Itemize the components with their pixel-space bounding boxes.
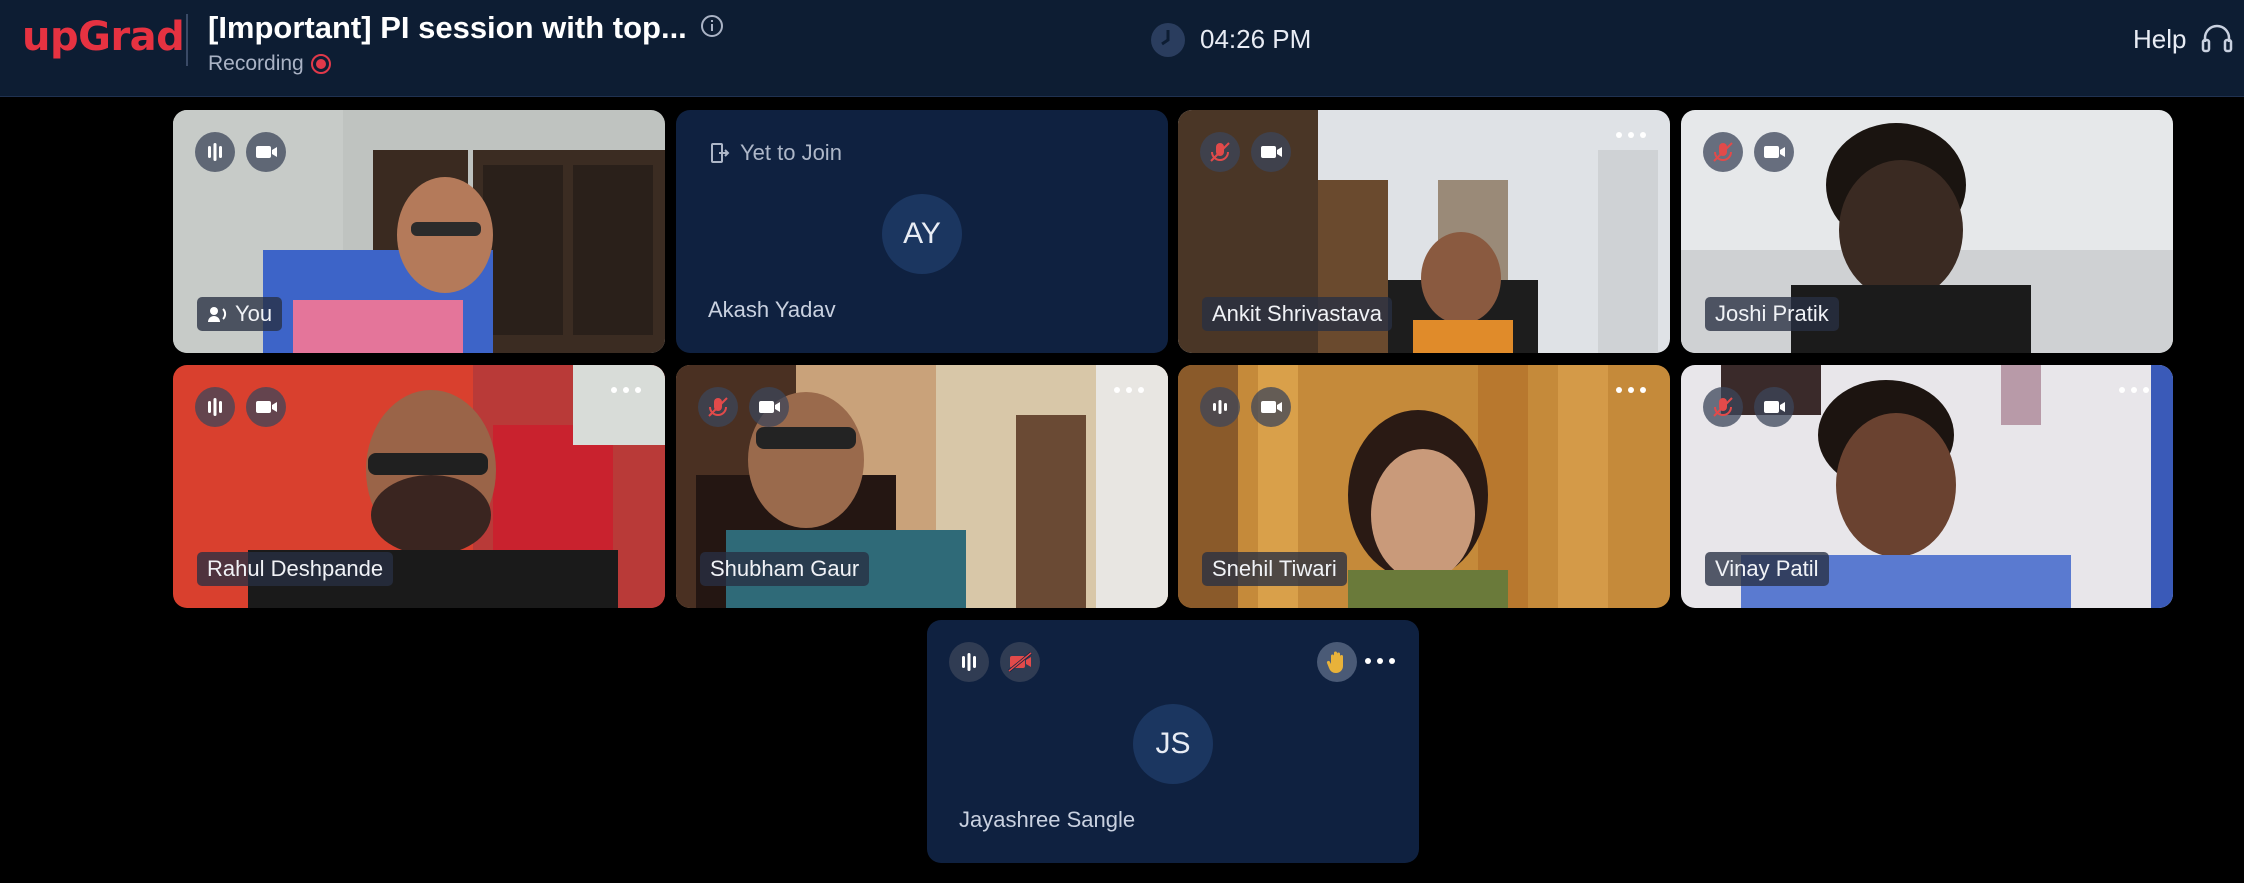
mic-toggle[interactable] — [195, 132, 235, 172]
video-camera-icon — [256, 401, 277, 413]
participant-tile-joshi-pratik[interactable]: Joshi Pratik — [1681, 110, 2173, 353]
participant-tile-rahul-deshpande[interactable]: Rahul Deshpande — [173, 365, 665, 608]
participant-name-label: Vinay Patil — [1705, 552, 1829, 586]
raised-hand-indicator — [1317, 642, 1357, 682]
camera-toggle[interactable] — [246, 387, 286, 427]
raised-hand-icon — [1326, 651, 1343, 674]
more-options-icon[interactable] — [1112, 385, 1146, 395]
audio-level-icon — [1213, 400, 1227, 414]
speaking-icon — [208, 307, 227, 322]
mic-muted-icon — [1713, 397, 1733, 417]
participant-name-label: Akash Yadav — [708, 297, 836, 322]
audio-level-icon — [208, 398, 222, 416]
avatar: JS — [1133, 704, 1213, 784]
camera-toggle[interactable] — [1251, 387, 1291, 427]
participant-tile-ankit-shrivastava[interactable]: Ankit Shrivastava — [1178, 110, 1670, 353]
camera-toggle[interactable] — [749, 387, 789, 427]
yet-to-join-status: Yet to Join — [740, 140, 842, 165]
video-camera-off-icon — [1008, 651, 1032, 673]
mic-toggle[interactable] — [949, 642, 989, 682]
audio-level-icon — [962, 653, 976, 671]
more-options-icon[interactable] — [609, 385, 643, 395]
mic-toggle[interactable] — [1703, 387, 1743, 427]
more-options-icon[interactable] — [1363, 656, 1397, 666]
recording-indicator-icon — [311, 54, 331, 74]
participant-tile-akash-yadav[interactable]: Yet to Join AY Akash Yadav — [676, 110, 1168, 353]
more-options-icon[interactable] — [2117, 385, 2151, 395]
headset-icon[interactable] — [2200, 22, 2234, 56]
mic-toggle[interactable] — [1703, 132, 1743, 172]
video-camera-icon — [1764, 146, 1785, 158]
more-options-icon[interactable] — [1614, 130, 1648, 140]
video-camera-icon — [1261, 146, 1282, 158]
clock-icon — [1151, 23, 1185, 57]
mic-muted-icon — [1713, 142, 1733, 162]
participant-name-label: You — [197, 297, 283, 331]
avatar: AY — [882, 194, 962, 274]
help-button[interactable]: Help — [2133, 24, 2186, 55]
mic-toggle[interactable] — [698, 387, 738, 427]
session-title: [Important] PI session with top... — [208, 10, 687, 45]
participant-name-label: Rahul Deshpande — [197, 552, 394, 586]
participant-name-label: Joshi Pratik — [1705, 297, 1839, 331]
participant-name-label: Ankit Shrivastava — [1202, 297, 1392, 331]
participant-tile-vinay-patil[interactable]: Vinay Patil — [1681, 365, 2173, 608]
video-camera-icon — [759, 401, 780, 413]
video-camera-icon — [1261, 401, 1282, 413]
camera-toggle[interactable] — [1251, 132, 1291, 172]
camera-toggle[interactable] — [1754, 387, 1794, 427]
upgrad-logo: upGrad — [22, 14, 185, 60]
participant-name-label: Jayashree Sangle — [959, 807, 1136, 832]
participant-tile-jayashree-sangle[interactable]: JS Jayashree Sangle — [927, 620, 1419, 863]
mic-toggle[interactable] — [1200, 387, 1240, 427]
mic-muted-icon — [1210, 142, 1230, 162]
door-exit-icon — [711, 143, 730, 163]
mic-muted-icon — [708, 397, 728, 417]
video-camera-icon — [256, 146, 277, 158]
recording-label: Recording — [208, 52, 304, 75]
mic-toggle[interactable] — [1200, 132, 1240, 172]
participant-tile-shubham-gaur[interactable]: Shubham Gaur — [676, 365, 1168, 608]
participant-tile-snehil-tiwari[interactable]: Snehil Tiwari — [1178, 365, 1670, 608]
video-camera-icon — [1764, 401, 1785, 413]
participant-name-label: Snehil Tiwari — [1202, 552, 1347, 586]
header-divider — [186, 14, 188, 66]
info-icon[interactable] — [700, 14, 724, 38]
session-time: 04:26 PM — [1200, 24, 1312, 54]
mic-toggle[interactable] — [195, 387, 235, 427]
camera-toggle[interactable] — [1754, 132, 1794, 172]
camera-toggle[interactable] — [246, 132, 286, 172]
more-options-icon[interactable] — [1614, 385, 1648, 395]
top-bar: upGrad [Important] PI session with top..… — [0, 0, 2244, 97]
participant-tile-you[interactable]: You — [173, 110, 665, 353]
audio-level-icon — [208, 143, 222, 161]
participant-name-label: Shubham Gaur — [700, 552, 870, 586]
camera-toggle[interactable] — [1000, 642, 1040, 682]
